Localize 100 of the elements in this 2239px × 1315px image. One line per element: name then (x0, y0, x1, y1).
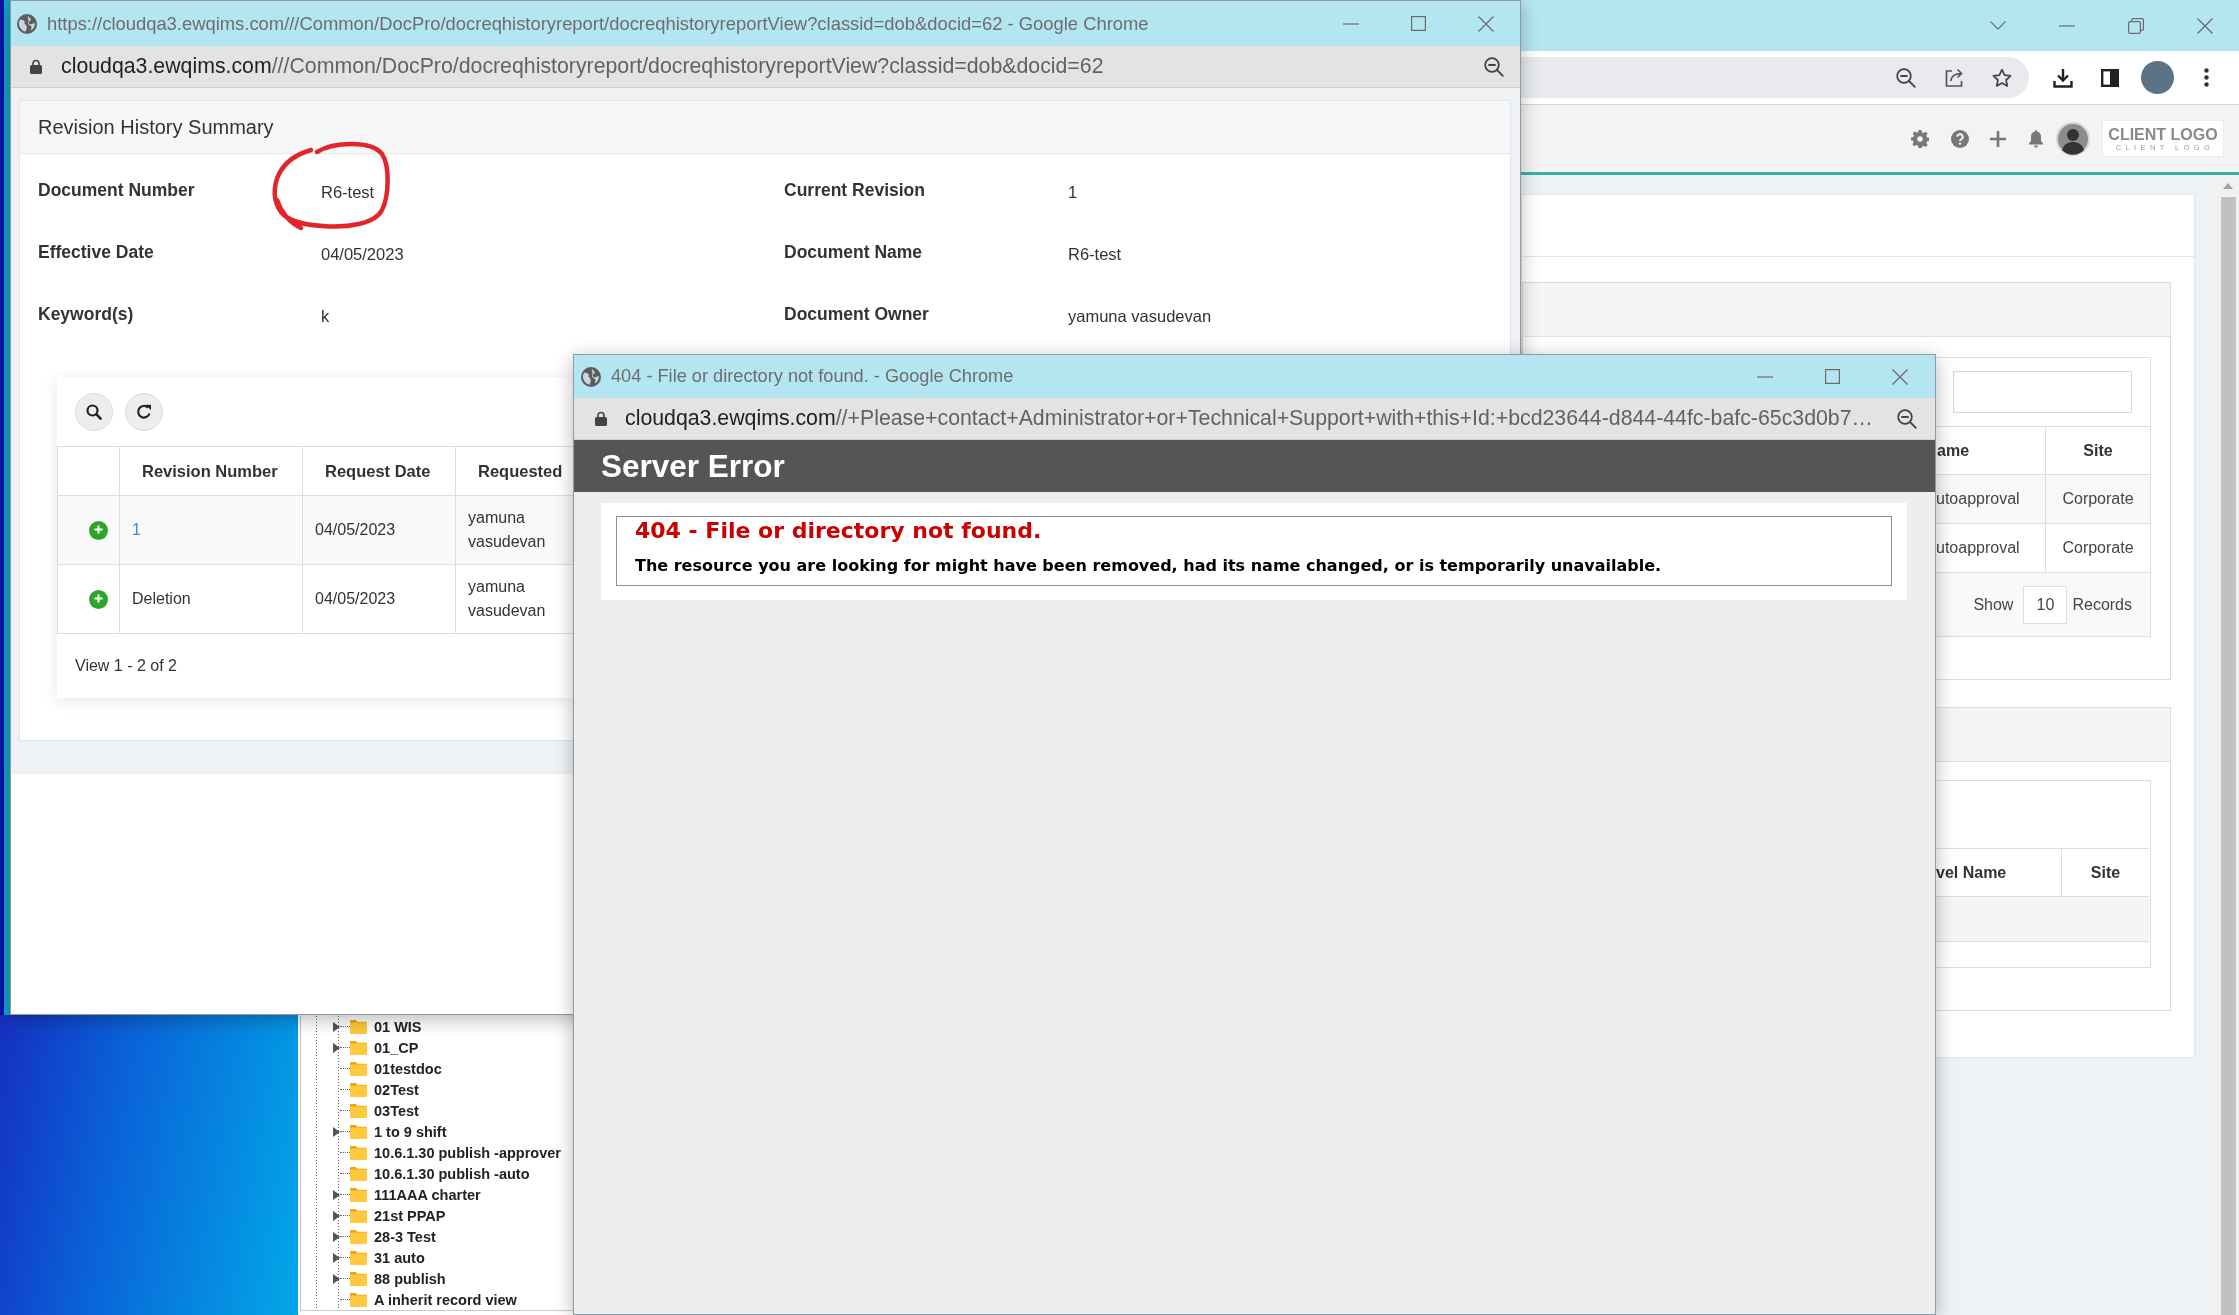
page-size-field[interactable]: 10 (2023, 585, 2068, 624)
lock-icon (595, 411, 607, 426)
tree-item[interactable]: 10.6.1.30 publish -auto (374, 1165, 530, 1182)
expander-triangle-icon[interactable] (333, 1126, 340, 1137)
table-cell: Deletion (120, 565, 303, 634)
error-message: The resource you are looking for might have been removed, had its name changed, or is temporarily unavailable. (635, 556, 1663, 576)
globe-icon (581, 366, 601, 387)
address-bar[interactable]: cloudqa3.ewqims.com///Common/DocPro/docreqhistoryreport/docreqhistoryreportView?classid=dob&docid=62 (11, 46, 1520, 88)
bell-icon[interactable] (2028, 129, 2044, 148)
help-icon[interactable] (1951, 129, 1969, 148)
side-panel-icon[interactable] (2101, 68, 2119, 87)
panel-title: Revision History Summary (20, 101, 1510, 154)
star-icon[interactable] (1992, 67, 2012, 88)
plus-circle-icon[interactable] (89, 589, 108, 609)
scrollbar-track[interactable] (2217, 175, 2239, 1315)
kebab-menu-icon[interactable] (2204, 68, 2209, 87)
refresh-button[interactable] (125, 393, 163, 431)
restore-icon[interactable] (2128, 17, 2144, 34)
table-cell: Corporate (2045, 524, 2150, 573)
folder-icon (350, 1082, 367, 1097)
folder-icon (350, 1292, 367, 1307)
maximize-icon[interactable] (1825, 369, 1840, 384)
tree-item[interactable]: 31 auto (374, 1249, 425, 1266)
table-cell: yamuna vasudevan (456, 565, 574, 634)
expander-triangle-icon[interactable] (333, 1021, 340, 1032)
field-value: R6-test (321, 178, 375, 202)
tree-item[interactable]: 1 to 9 shift (374, 1123, 447, 1140)
search-field[interactable] (1953, 371, 2132, 413)
tree-item[interactable]: 01 WIS (374, 1018, 422, 1035)
scrollbar-thumb[interactable] (2220, 197, 2236, 1315)
folder-icon (350, 1271, 367, 1286)
window-title: 404 - File or directory not found. - Google Chrome (611, 366, 1014, 387)
tree-item[interactable]: A inherit record view (374, 1291, 517, 1308)
download-icon[interactable] (2053, 67, 2073, 88)
field-value: yamuna vasudevan (1068, 305, 1212, 326)
folder-icon (350, 1166, 367, 1181)
zoom-out-icon[interactable] (1484, 56, 1504, 77)
field-label: Current Revision (784, 179, 925, 201)
globe-icon (17, 13, 37, 34)
field-label: Keyword(s) (38, 303, 134, 325)
tree-item[interactable]: 01_CP (374, 1039, 419, 1056)
field-label: Document Owner (784, 303, 929, 325)
expander-triangle-icon[interactable] (333, 1210, 340, 1221)
table-cell: yamuna vasudevan (456, 496, 574, 565)
user-avatar-icon[interactable] (2056, 121, 2090, 156)
expander-triangle-icon[interactable] (333, 1231, 340, 1242)
folder-icon (350, 1019, 367, 1034)
field-label: Effective Date (38, 241, 154, 263)
pager-text: View 1 - 2 of 2 (75, 657, 177, 675)
refresh-icon (136, 404, 152, 420)
chevron-down-icon[interactable] (1990, 21, 2006, 30)
folder-icon (350, 1250, 367, 1265)
column-header: Requested (456, 447, 574, 496)
table-cell: 04/05/2023 (303, 565, 456, 634)
folder-icon (350, 1103, 367, 1118)
field-value: k (321, 305, 330, 326)
share-icon[interactable] (1944, 67, 1964, 88)
folder-icon (350, 1208, 367, 1223)
tree-item[interactable]: 21st PPAP (374, 1207, 446, 1224)
tree-item[interactable]: 88 publish (374, 1270, 446, 1287)
address-bar[interactable]: cloudqa3.ewqims.com//+Please+contact+Administrator+or+Technical+Support+with+this+Id:+bcd23644-d844-44fc-bafc-65c3d0b7… (574, 398, 1935, 440)
expander-triangle-icon[interactable] (333, 1252, 340, 1263)
field-label: Document Number (38, 179, 195, 201)
tree-item[interactable]: 03Test (374, 1102, 419, 1119)
field-value: 04/05/2023 (321, 243, 404, 264)
table-cell: 04/05/2023 (303, 496, 456, 565)
search-icon (86, 404, 102, 420)
avatar-placeholder[interactable] (2141, 61, 2174, 94)
maximize-icon[interactable] (1411, 16, 1426, 31)
expander-triangle-icon[interactable] (333, 1273, 340, 1284)
search-button[interactable] (75, 393, 113, 431)
column-header: Revision Number (120, 447, 303, 496)
tree-item[interactable]: 01testdoc (374, 1060, 442, 1077)
records-label: Records (2072, 595, 2132, 614)
settings-icon[interactable] (1911, 129, 1929, 148)
zoom-out-icon[interactable] (1897, 408, 1917, 429)
zoom-out-icon[interactable] (1896, 67, 1916, 88)
tree-item[interactable]: 10.6.1.30 publish -approver (374, 1144, 561, 1161)
close-icon[interactable] (2197, 17, 2213, 34)
minimize-icon[interactable] (2059, 24, 2075, 27)
expander-triangle-icon[interactable] (333, 1042, 340, 1053)
tree-item[interactable]: 02Test (374, 1081, 419, 1098)
tree-item[interactable]: 28-3 Test (374, 1228, 436, 1245)
folder-icon (350, 1229, 367, 1244)
field-label: Document Name (784, 241, 923, 263)
plus-icon[interactable] (1990, 130, 2006, 147)
window-title: https://cloudqa3.ewqims.com///Common/DocPro/docreqhistoryreport/docreqhistoryreportView?classid=dob&docid=62 - Google Chrome (47, 12, 1149, 35)
error-heading: 404 - File or directory not found. (635, 518, 1043, 544)
scroll-up-arrow-icon[interactable] (2223, 183, 2233, 189)
close-icon[interactable] (1892, 368, 1908, 385)
close-icon[interactable] (1478, 15, 1494, 32)
plus-circle-icon[interactable] (89, 520, 108, 540)
field-value: 1 (1068, 181, 1078, 202)
minimize-icon[interactable] (1757, 375, 1773, 378)
table-cell: utoapproval (1936, 475, 2045, 524)
minimize-icon[interactable] (1343, 22, 1359, 25)
folder-icon (350, 1040, 367, 1055)
expander-triangle-icon[interactable] (333, 1189, 340, 1200)
tree-item[interactable]: 111AAA charter (374, 1186, 481, 1203)
folder-icon (350, 1061, 367, 1076)
